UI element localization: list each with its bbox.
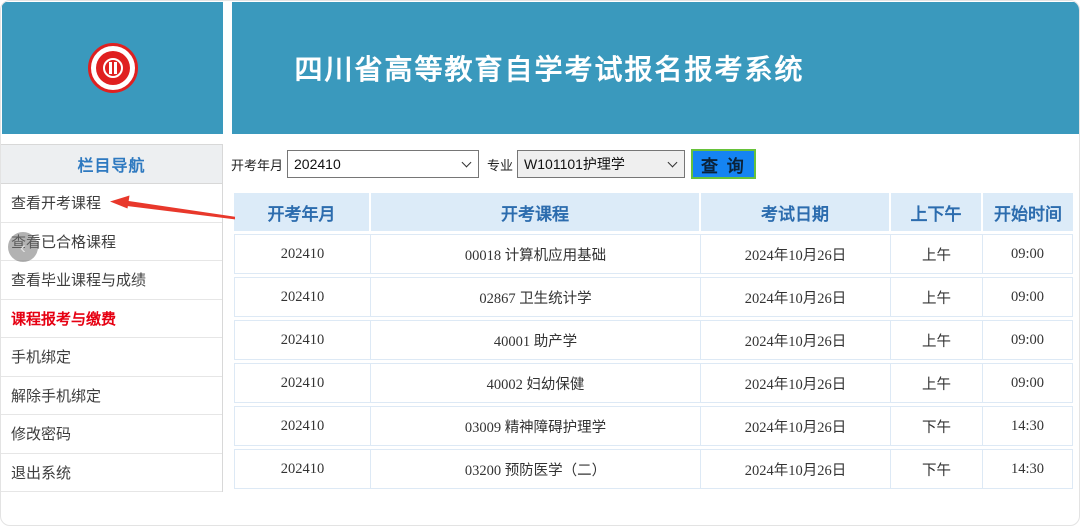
sidebar-title: 栏目导航 xyxy=(1,145,222,184)
table-cell: 202410 xyxy=(234,363,371,403)
app-window: 四川省高等教育自学考试报名报考系统 栏目导航 查看开考课程查看已合格课程查看毕业… xyxy=(0,0,1080,526)
column-header: 考试日期 xyxy=(701,193,891,231)
table-cell: 14:30 xyxy=(983,406,1073,446)
sidebar-item[interactable]: 手机绑定 xyxy=(1,338,222,377)
table-cell: 上午 xyxy=(891,320,983,360)
chevron-down-icon xyxy=(462,157,472,167)
table-row: 20241003200 预防医学（二）2024年10月26日下午14:30 xyxy=(234,449,1073,489)
table-cell: 40002 妇幼保健 xyxy=(371,363,701,403)
table-cell: 2024年10月26日 xyxy=(701,363,891,403)
sidebar-item[interactable]: 退出系统 xyxy=(1,454,222,493)
table-cell: 09:00 xyxy=(983,363,1073,403)
sidebar-item[interactable]: 解除手机绑定 xyxy=(1,377,222,416)
seal-logo-icon xyxy=(88,43,138,93)
table-cell: 202410 xyxy=(234,234,371,274)
table-cell: 202410 xyxy=(234,406,371,446)
table-row: 20241040001 助产学2024年10月26日上午09:00 xyxy=(234,320,1073,360)
sidebar-item[interactable]: 查看毕业课程与成绩 xyxy=(1,261,222,300)
main-content: 开考年月 202410 专业 W101101护理学 查 询 开考年月开考课程考试… xyxy=(231,144,1080,491)
table-cell: 14:30 xyxy=(983,449,1073,489)
year-select-value: 202410 xyxy=(294,156,341,172)
major-select-label: 专业 xyxy=(487,155,513,174)
sidebar-item[interactable]: 课程报考与缴费 xyxy=(1,300,222,339)
column-header: 开考课程 xyxy=(371,193,701,231)
header-logo-panel xyxy=(2,2,223,134)
filter-bar: 开考年月 202410 专业 W101101护理学 查 询 xyxy=(231,149,756,179)
table-cell: 2024年10月26日 xyxy=(701,234,891,274)
table-cell: 下午 xyxy=(891,406,983,446)
header-title-panel: 四川省高等教育自学考试报名报考系统 xyxy=(232,2,1079,134)
sidebar-item-list: 查看开考课程查看已合格课程查看毕业课程与成绩课程报考与缴费手机绑定解除手机绑定修… xyxy=(1,184,222,492)
table-cell: 2024年10月26日 xyxy=(701,406,891,446)
search-button[interactable]: 查 询 xyxy=(691,149,756,179)
table-cell: 40001 助产学 xyxy=(371,320,701,360)
table-cell: 上午 xyxy=(891,277,983,317)
column-header: 上下午 xyxy=(891,193,983,231)
major-select[interactable]: W101101护理学 xyxy=(517,150,685,178)
floating-back-button[interactable]: ‹ xyxy=(8,232,38,262)
table-row: 20241002867 卫生统计学2024年10月26日上午09:00 xyxy=(234,277,1073,317)
year-select[interactable]: 202410 xyxy=(287,150,479,178)
column-header: 开考年月 xyxy=(234,193,371,231)
table-cell: 00018 计算机应用基础 xyxy=(371,234,701,274)
table-cell: 2024年10月26日 xyxy=(701,277,891,317)
table-cell: 02867 卫生统计学 xyxy=(371,277,701,317)
sidebar-item[interactable]: 查看开考课程 xyxy=(1,184,222,223)
table-cell: 09:00 xyxy=(983,277,1073,317)
table-cell: 202410 xyxy=(234,320,371,360)
table-body: 20241000018 计算机应用基础2024年10月26日上午09:00202… xyxy=(234,234,1073,491)
table-cell: 09:00 xyxy=(983,234,1073,274)
table-cell: 上午 xyxy=(891,234,983,274)
chevron-left-icon: ‹ xyxy=(20,239,26,256)
sidebar-item[interactable]: 修改密码 xyxy=(1,415,222,454)
table-cell: 上午 xyxy=(891,363,983,403)
courses-table: 开考年月开考课程考试日期上下午开始时间 20241000018 计算机应用基础2… xyxy=(234,190,1073,491)
table-row: 20241003009 精神障碍护理学2024年10月26日下午14:30 xyxy=(234,406,1073,446)
table-header-row: 开考年月开考课程考试日期上下午开始时间 xyxy=(234,193,1073,231)
year-select-label: 开考年月 xyxy=(231,155,283,174)
table-row: 20241040002 妇幼保健2024年10月26日上午09:00 xyxy=(234,363,1073,403)
table-cell: 下午 xyxy=(891,449,983,489)
table-cell: 03009 精神障碍护理学 xyxy=(371,406,701,446)
major-select-value: W101101护理学 xyxy=(524,154,625,174)
page-title: 四川省高等教育自学考试报名报考系统 xyxy=(294,48,804,88)
table-row: 20241000018 计算机应用基础2024年10月26日上午09:00 xyxy=(234,234,1073,274)
table-cell: 03200 预防医学（二） xyxy=(371,449,701,489)
table-cell: 2024年10月26日 xyxy=(701,320,891,360)
table-cell: 202410 xyxy=(234,277,371,317)
column-header: 开始时间 xyxy=(983,193,1073,231)
chevron-down-icon xyxy=(668,157,678,167)
table-cell: 09:00 xyxy=(983,320,1073,360)
courses-table-wrap: 开考年月开考课程考试日期上下午开始时间 20241000018 计算机应用基础2… xyxy=(234,190,1073,491)
table-cell: 202410 xyxy=(234,449,371,489)
sidebar: 栏目导航 查看开考课程查看已合格课程查看毕业课程与成绩课程报考与缴费手机绑定解除… xyxy=(1,144,223,492)
table-cell: 2024年10月26日 xyxy=(701,449,891,489)
